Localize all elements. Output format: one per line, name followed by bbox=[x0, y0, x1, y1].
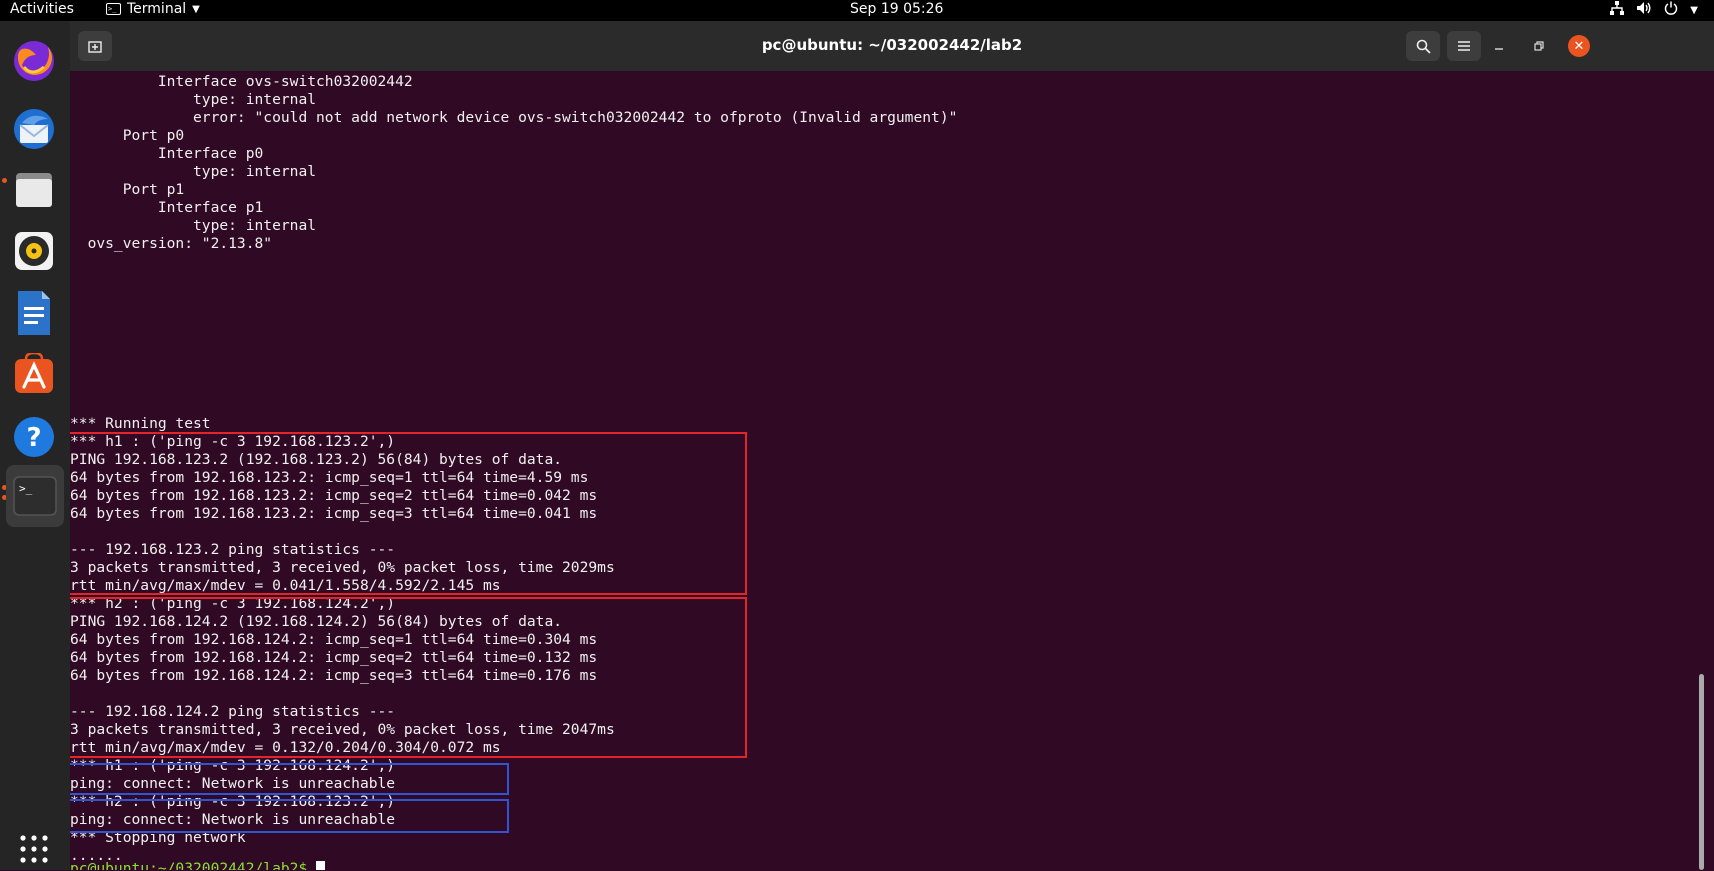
terminal-line: Interface p0 bbox=[70, 145, 264, 162]
annotation-box-blue-h2 bbox=[70, 799, 509, 833]
terminal-line: type: internal bbox=[70, 91, 317, 108]
terminal-line: Port p1 bbox=[70, 181, 185, 198]
svg-text:?: ? bbox=[26, 423, 41, 453]
terminal-line: Port p0 bbox=[70, 127, 185, 144]
terminal-line: ovs_version: "2.13.8" bbox=[70, 235, 273, 252]
system-tray[interactable]: ▼ bbox=[1610, 1, 1698, 19]
top-bar: Activities >_ Terminal ▼ Sep 19 05:26 ▼ bbox=[0, 0, 1714, 21]
volume-icon bbox=[1636, 1, 1652, 19]
scrollbar-thumb[interactable] bbox=[1699, 674, 1704, 870]
dock-rhythmbox[interactable] bbox=[6, 223, 62, 279]
terminal-small-icon: >_ bbox=[106, 3, 121, 15]
terminal-line: type: internal bbox=[70, 163, 317, 180]
terminal-output[interactable]: Interface ovs-switch032002442 type: inte… bbox=[70, 71, 1705, 870]
show-apps-button[interactable] bbox=[6, 827, 62, 871]
dock: ? >_ bbox=[0, 21, 70, 870]
terminal-line: error: "could not add network device ovs… bbox=[70, 109, 958, 126]
terminal-icon: >_ bbox=[13, 476, 57, 516]
annotation-box-red-h2 bbox=[70, 597, 747, 758]
activities-button[interactable]: Activities bbox=[10, 1, 74, 17]
terminal-line: Interface ovs-switch032002442 bbox=[70, 73, 413, 90]
annotation-box-red-h1 bbox=[70, 432, 747, 595]
dock-software[interactable] bbox=[6, 347, 62, 403]
dock-terminal[interactable]: >_ bbox=[6, 465, 64, 527]
dock-firefox[interactable] bbox=[6, 33, 62, 89]
hamburger-icon bbox=[1458, 41, 1470, 51]
scrollbar[interactable] bbox=[1696, 71, 1705, 870]
menu-button[interactable] bbox=[1447, 31, 1481, 61]
chevron-down-icon: ▼ bbox=[192, 3, 200, 15]
rhythmbox-icon bbox=[15, 232, 53, 270]
dock-writer[interactable] bbox=[6, 285, 62, 341]
terminal-line: Interface p1 bbox=[70, 199, 264, 216]
close-button[interactable]: ✕ bbox=[1568, 35, 1590, 57]
thunderbird-icon bbox=[14, 109, 54, 149]
terminal-line: *** Running test bbox=[70, 415, 211, 432]
network-icon bbox=[1610, 1, 1625, 19]
annotation-box-blue-h1 bbox=[70, 763, 509, 795]
dock-help[interactable]: ? bbox=[6, 409, 62, 465]
power-icon bbox=[1664, 1, 1678, 19]
maximize-button[interactable] bbox=[1528, 35, 1550, 57]
terminal-prompt[interactable]: pc@ubuntu:~/032002442/lab2$ bbox=[70, 860, 326, 870]
app-menu[interactable]: >_ Terminal ▼ bbox=[106, 1, 200, 17]
text-cursor bbox=[316, 861, 326, 870]
prompt-text: pc@ubuntu:~/032002442/lab2$ bbox=[70, 860, 317, 870]
window-header: pc@ubuntu: ~/032002442/lab2 ✕ bbox=[70, 21, 1714, 71]
chevron-down-icon: ▼ bbox=[1690, 4, 1698, 16]
search-icon bbox=[1416, 39, 1431, 54]
minimize-button[interactable] bbox=[1488, 35, 1510, 57]
firefox-icon bbox=[14, 41, 54, 81]
dock-thunderbird[interactable] bbox=[6, 101, 62, 157]
help-icon: ? bbox=[14, 417, 54, 457]
clock[interactable]: Sep 19 05:26 bbox=[850, 1, 943, 17]
minimize-icon bbox=[1495, 48, 1503, 50]
restore-icon bbox=[1534, 41, 1544, 51]
app-menu-label: Terminal bbox=[127, 1, 187, 17]
writer-icon bbox=[18, 291, 50, 335]
close-icon: ✕ bbox=[1573, 38, 1585, 54]
software-icon bbox=[15, 353, 53, 393]
app-grid-icon bbox=[20, 835, 48, 863]
search-button[interactable] bbox=[1406, 31, 1440, 61]
dock-files[interactable] bbox=[6, 161, 62, 217]
terminal-line: type: internal bbox=[70, 217, 317, 234]
files-icon bbox=[16, 173, 52, 207]
svg-text:>_: >_ bbox=[19, 482, 33, 495]
